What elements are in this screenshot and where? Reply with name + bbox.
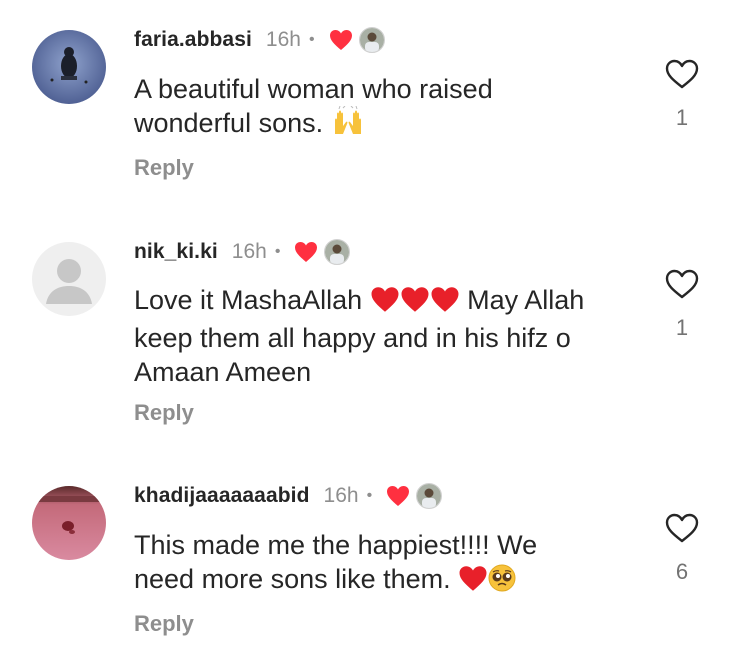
red-heart-icon: [370, 286, 400, 321]
like-heart-icon[interactable]: [664, 268, 700, 300]
comment-text-line: keep them all happy and in his hifz o: [134, 323, 571, 353]
author-liked-indicator: [329, 27, 385, 53]
reply-button[interactable]: Reply: [134, 155, 194, 181]
like-count: 1: [675, 105, 689, 130]
red-heart-icon: [430, 286, 460, 321]
profile-photo-icon: [32, 486, 106, 560]
comment-text-line: Amaan Ameen: [134, 357, 312, 387]
author-avatar: [324, 239, 351, 265]
username[interactable]: nik_ki.ki: [134, 240, 218, 264]
author-avatar: [358, 27, 385, 53]
red-heart-icon: [329, 30, 352, 50]
red-heart-icon: [387, 486, 410, 506]
comment-meta: khadijaaaaaaabid 16h •: [134, 482, 443, 510]
comment-text-line: Love it MashaAllah: [134, 285, 363, 315]
avatar[interactable]: [32, 242, 106, 316]
comment-text-line: May Allah: [467, 285, 585, 315]
separator-dot: •: [366, 487, 373, 504]
username[interactable]: khadijaaaaaaabid: [134, 484, 310, 508]
like-heart-icon[interactable]: [664, 58, 700, 90]
like-count: 1: [675, 315, 689, 340]
comment-text: This made me the happiest!!!! We need mo…: [134, 528, 644, 600]
profile-photo-icon: [32, 30, 106, 104]
timestamp: 16h: [323, 484, 359, 507]
timestamp: 16h: [265, 28, 301, 51]
default-avatar-icon: [32, 242, 106, 316]
author-avatar-icon: [325, 240, 350, 264]
author-avatar: [416, 483, 443, 509]
author-liked-indicator: [294, 239, 351, 265]
red-heart-icon: [295, 242, 318, 262]
like-count: 6: [675, 559, 689, 584]
comment-text-line: A beautiful woman who raised: [134, 74, 493, 104]
separator-dot: •: [274, 243, 281, 260]
comment-text: Love it MashaAllah May Allah keep them a…: [134, 283, 644, 389]
separator-dot: •: [308, 31, 315, 48]
like-column: 1: [662, 268, 702, 341]
like-column: 1: [662, 58, 702, 131]
like-heart-icon[interactable]: [664, 512, 700, 544]
raising-hands-icon: [331, 105, 365, 144]
comment-meta: faria.abbasi 16h •: [134, 26, 385, 54]
red-heart-icon: [458, 565, 488, 600]
reply-button[interactable]: Reply: [134, 611, 194, 637]
pleading-face-icon: [488, 564, 516, 600]
author-avatar-icon: [417, 484, 442, 508]
comment-text-line: wonderful sons.: [134, 108, 324, 138]
author-liked-indicator: [386, 483, 443, 509]
reply-button[interactable]: Reply: [134, 400, 194, 426]
red-heart-icon: [400, 286, 430, 321]
comment-text-line: This made me the happiest!!!! We: [134, 530, 538, 560]
timestamp: 16h: [231, 240, 267, 263]
avatar[interactable]: [32, 486, 106, 560]
like-column: 6: [662, 512, 702, 585]
avatar[interactable]: [32, 30, 106, 104]
comment-meta: nik_ki.ki 16h •: [134, 238, 351, 266]
author-avatar-icon: [359, 28, 384, 52]
comment-text-line: need more sons like them.: [134, 564, 451, 594]
comment-text: A beautiful woman who raised wonderful s…: [134, 72, 644, 144]
username[interactable]: faria.abbasi: [134, 28, 252, 52]
